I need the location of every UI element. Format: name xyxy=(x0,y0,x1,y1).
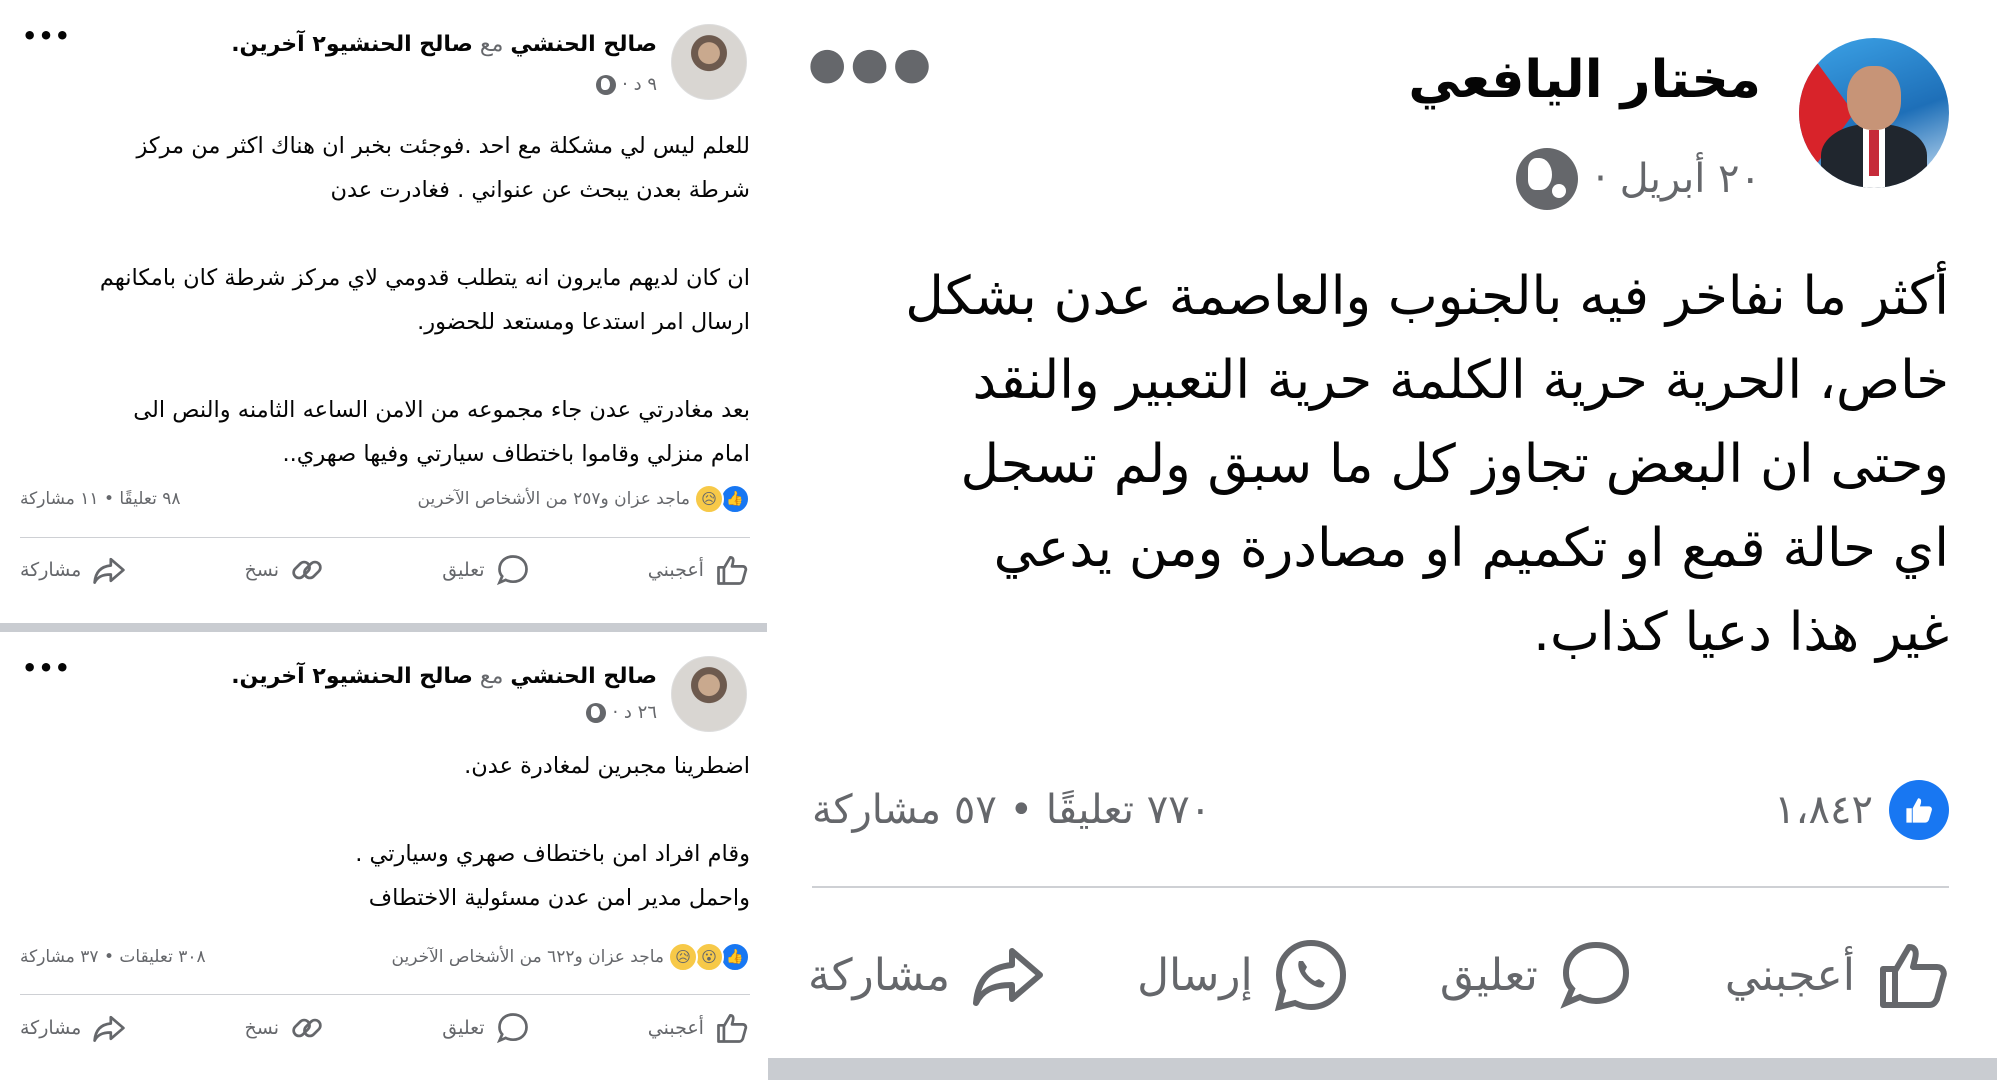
counts[interactable]: ٩٨ تعليقًا • ١١ مشاركة xyxy=(20,489,181,509)
post-card: ••• صالح الحنشي مع صالح الحنشيو٢ آخرين. … xyxy=(0,632,767,1080)
share-button[interactable]: مشاركة xyxy=(20,552,127,588)
post-time: ٩ د · xyxy=(596,74,657,95)
comment-button[interactable]: تعليق xyxy=(442,1010,530,1046)
like-reaction-icon: 👍 xyxy=(720,942,750,972)
wow-reaction-icon: 😮 xyxy=(694,942,724,972)
post-stats: ٩٨ تعليقًا • ١١ مشاركة 👍 😥 ماجد عزان و٢٥… xyxy=(20,484,750,514)
action-bar: مشاركة نسخ تعليق أعجبني xyxy=(20,552,750,588)
thumbs-up-icon xyxy=(717,1014,748,1043)
comment-label: تعليق xyxy=(442,559,485,581)
share-arrow-icon xyxy=(93,1015,126,1042)
with-word: مع xyxy=(479,32,504,57)
comment-bubble-icon xyxy=(496,555,528,586)
post-header: صالح الحنشي مع صالح الحنشيو٢ آخرين. xyxy=(231,664,657,689)
sad-reaction-icon: 😥 xyxy=(694,484,724,514)
author-name[interactable]: صالح الحنشي xyxy=(510,664,657,689)
post-separator xyxy=(768,1058,1997,1080)
divider xyxy=(20,537,750,538)
like-reaction-icon xyxy=(1889,780,1949,840)
comment-button[interactable]: تعليق xyxy=(1440,935,1636,1015)
main-post-card: ●●● مختار اليافعي ٢٠ أبريل · أكثر ما نفا… xyxy=(768,0,1997,1080)
like-label: أعجبني xyxy=(1724,949,1855,1001)
action-bar: مشاركة إرسال تعليق أعجبني xyxy=(808,935,1953,1015)
reactors-text: ماجد عزان و٦٢٢ من الأشخاص الآخرين xyxy=(391,947,664,967)
post-stats: ٧٧٠ تعليقًا • ٥٧ مشاركة ١،٨٤٢ xyxy=(812,780,1949,840)
share-label: مشاركة xyxy=(808,949,951,1001)
thumbs-up-icon xyxy=(1880,944,1947,1008)
copy-button[interactable]: نسخ xyxy=(245,1010,326,1046)
like-reaction-icon: 👍 xyxy=(720,484,750,514)
share-arrow-icon xyxy=(93,557,126,584)
comment-label: تعليق xyxy=(1439,949,1538,1001)
more-dots-icon[interactable]: ••• xyxy=(22,22,71,50)
like-label: أعجبني xyxy=(647,1017,704,1039)
globe-icon xyxy=(596,74,617,95)
share-label: مشاركة xyxy=(20,559,82,581)
send-label: إرسال xyxy=(1137,949,1253,1001)
post-stats: ٣٠٨ تعليقات • ٣٧ مشاركة 👍 😮 😥 ماجد عزان … xyxy=(20,942,750,972)
share-arrow-icon xyxy=(973,948,1044,1006)
link-icon xyxy=(292,560,322,580)
post-time: ٢٦ د · xyxy=(586,702,657,723)
share-label: مشاركة xyxy=(20,1017,82,1039)
post-time: ٢٠ أبريل · xyxy=(1516,148,1761,210)
more-dots-icon[interactable]: ••• xyxy=(22,654,71,682)
reactors-text: ماجد عزان و٢٥٧ من الأشخاص الآخرين xyxy=(417,489,690,509)
comment-bubble-icon xyxy=(496,1013,528,1044)
sad-reaction-icon: 😥 xyxy=(668,942,698,972)
reactions[interactable]: 👍 😮 😥 ماجد عزان و٦٢٢ من الأشخاص الآخرين xyxy=(392,942,750,972)
thumbs-up-icon xyxy=(717,556,748,585)
divider xyxy=(812,886,1949,888)
post-header: صالح الحنشي مع صالح الحنشيو٢ آخرين. xyxy=(231,32,657,57)
like-label: أعجبني xyxy=(647,559,704,581)
link-icon xyxy=(292,1018,322,1038)
avatar[interactable] xyxy=(1799,38,1949,188)
post-separator xyxy=(0,623,767,632)
timestamp[interactable]: ٢٠ أبريل · xyxy=(1594,156,1761,202)
share-button[interactable]: مشاركة xyxy=(808,935,1048,1015)
post-body: أكثر ما نفاخر فيه بالجنوب والعاصمة عدن ب… xyxy=(905,266,1949,663)
avatar[interactable] xyxy=(671,656,747,732)
action-bar: مشاركة نسخ تعليق أعجبني xyxy=(20,1010,750,1046)
timestamp[interactable]: ٢٦ د · xyxy=(612,702,657,723)
author-name[interactable]: صالح الحنشي xyxy=(510,32,657,57)
more-dots-icon[interactable]: ●●● xyxy=(808,38,935,89)
post-body: للعلم ليس لي مشكلة مع احد .فوجئت بخبر ان… xyxy=(99,133,750,467)
like-count: ١،٨٤٢ xyxy=(1774,787,1873,833)
divider xyxy=(20,994,750,995)
copy-label: نسخ xyxy=(244,1017,280,1039)
others-link[interactable]: و٢ آخرين. xyxy=(231,664,339,689)
comment-button[interactable]: تعليق xyxy=(442,552,530,588)
share-button[interactable]: مشاركة xyxy=(20,1010,127,1046)
timestamp[interactable]: ٩ د · xyxy=(622,74,657,95)
comment-bubble-icon xyxy=(1560,941,1629,1009)
like-button[interactable]: أعجبني xyxy=(648,552,750,588)
copy-button[interactable]: نسخ xyxy=(245,552,326,588)
others-link[interactable]: و٢ آخرين. xyxy=(231,32,339,57)
reactions[interactable]: ١،٨٤٢ xyxy=(1774,780,1949,840)
with-word: مع xyxy=(479,664,504,689)
avatar[interactable] xyxy=(671,24,747,100)
reactions[interactable]: 👍 😥 ماجد عزان و٢٥٧ من الأشخاص الآخرين xyxy=(418,484,750,514)
counts[interactable]: ٧٧٠ تعليقًا • ٥٧ مشاركة xyxy=(812,787,1211,833)
author-name[interactable]: مختار اليافعي xyxy=(1408,50,1761,110)
comment-label: تعليق xyxy=(442,1017,485,1039)
whatsapp-icon xyxy=(1274,939,1346,1012)
like-button[interactable]: أعجبني xyxy=(648,1010,750,1046)
post-body: اضطرينا مجبرين لمغادرة عدن. وقام افراد ا… xyxy=(355,753,750,911)
post-card: ••• صالح الحنشي مع صالح الحنشيو٢ آخرين. … xyxy=(0,0,767,623)
globe-icon xyxy=(586,702,607,723)
like-button[interactable]: أعجبني xyxy=(1725,935,1953,1015)
tagged-name[interactable]: صالح الحنشي xyxy=(340,664,473,689)
counts[interactable]: ٣٠٨ تعليقات • ٣٧ مشاركة xyxy=(20,947,206,967)
tagged-name[interactable]: صالح الحنشي xyxy=(340,32,473,57)
send-button[interactable]: إرسال xyxy=(1137,935,1351,1015)
globe-icon xyxy=(1516,148,1579,210)
copy-label: نسخ xyxy=(244,559,280,581)
